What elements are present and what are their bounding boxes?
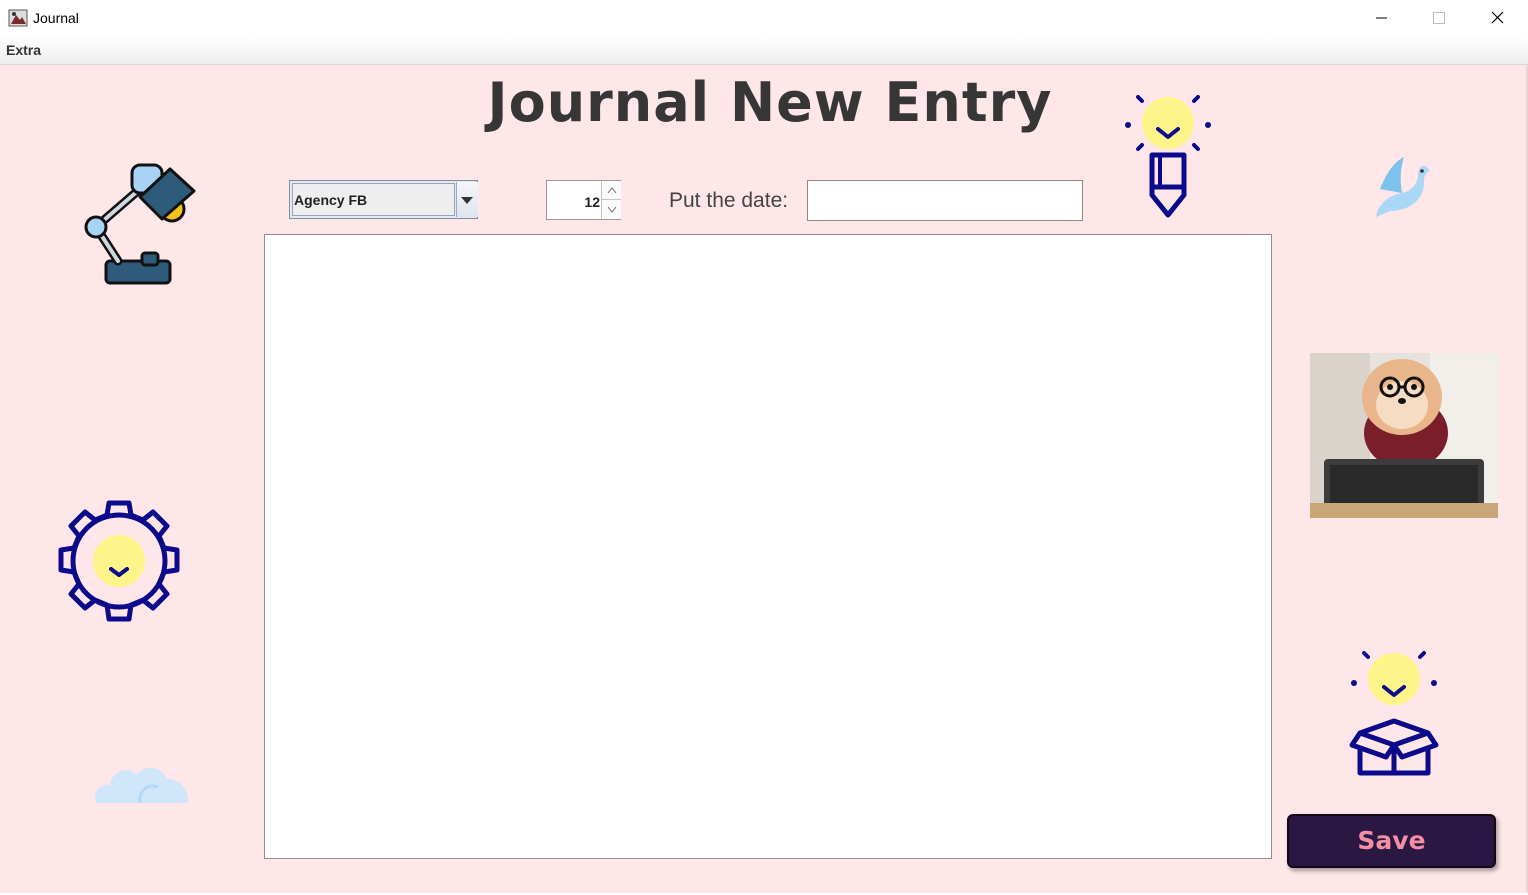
- spinner-up-button[interactable]: [602, 181, 621, 200]
- maximize-icon: [1433, 12, 1445, 24]
- chevron-down-icon: [461, 197, 473, 204]
- minimize-button[interactable]: [1352, 0, 1410, 36]
- menu-bar: Extra: [0, 36, 1528, 65]
- window-title: Journal: [33, 10, 79, 26]
- font-size-spinner[interactable]: 12: [546, 180, 621, 220]
- date-input[interactable]: [807, 180, 1083, 221]
- close-button[interactable]: [1468, 0, 1526, 36]
- font-size-value[interactable]: 12: [547, 181, 600, 219]
- close-icon: [1491, 11, 1504, 24]
- lightbulb-pencil-icon: [1125, 95, 1211, 218]
- spinner-buttons: [601, 181, 621, 219]
- lightbulb-box-icon: [1349, 651, 1439, 776]
- arrow-down-icon: [607, 206, 617, 213]
- font-family-dropdown[interactable]: Agency FB: [289, 180, 478, 219]
- dropdown-arrow-button[interactable]: [456, 182, 478, 217]
- font-family-value: Agency FB: [292, 183, 455, 216]
- bird-icon: [1376, 157, 1430, 217]
- save-button[interactable]: Save: [1287, 814, 1496, 868]
- minimize-icon: [1376, 17, 1387, 19]
- journal-panel: Journal New Entry Agency FB 12 Put the d…: [0, 65, 1528, 893]
- menu-item-extra[interactable]: Extra: [6, 42, 41, 58]
- journal-text-area[interactable]: [264, 234, 1272, 859]
- desk-lamp-icon: [84, 163, 196, 285]
- maximize-button[interactable]: [1410, 0, 1468, 36]
- spinner-down-button[interactable]: [602, 200, 621, 219]
- arrow-up-icon: [607, 187, 617, 194]
- app-icon: [8, 9, 28, 27]
- dog-photo: [1310, 353, 1498, 518]
- page-title: Journal New Entry: [487, 71, 1053, 134]
- window-title-bar: Journal: [0, 0, 1528, 36]
- cloud-icon: [95, 767, 189, 804]
- gear-lightbulb-icon: [58, 500, 180, 622]
- date-label: Put the date:: [669, 189, 789, 212]
